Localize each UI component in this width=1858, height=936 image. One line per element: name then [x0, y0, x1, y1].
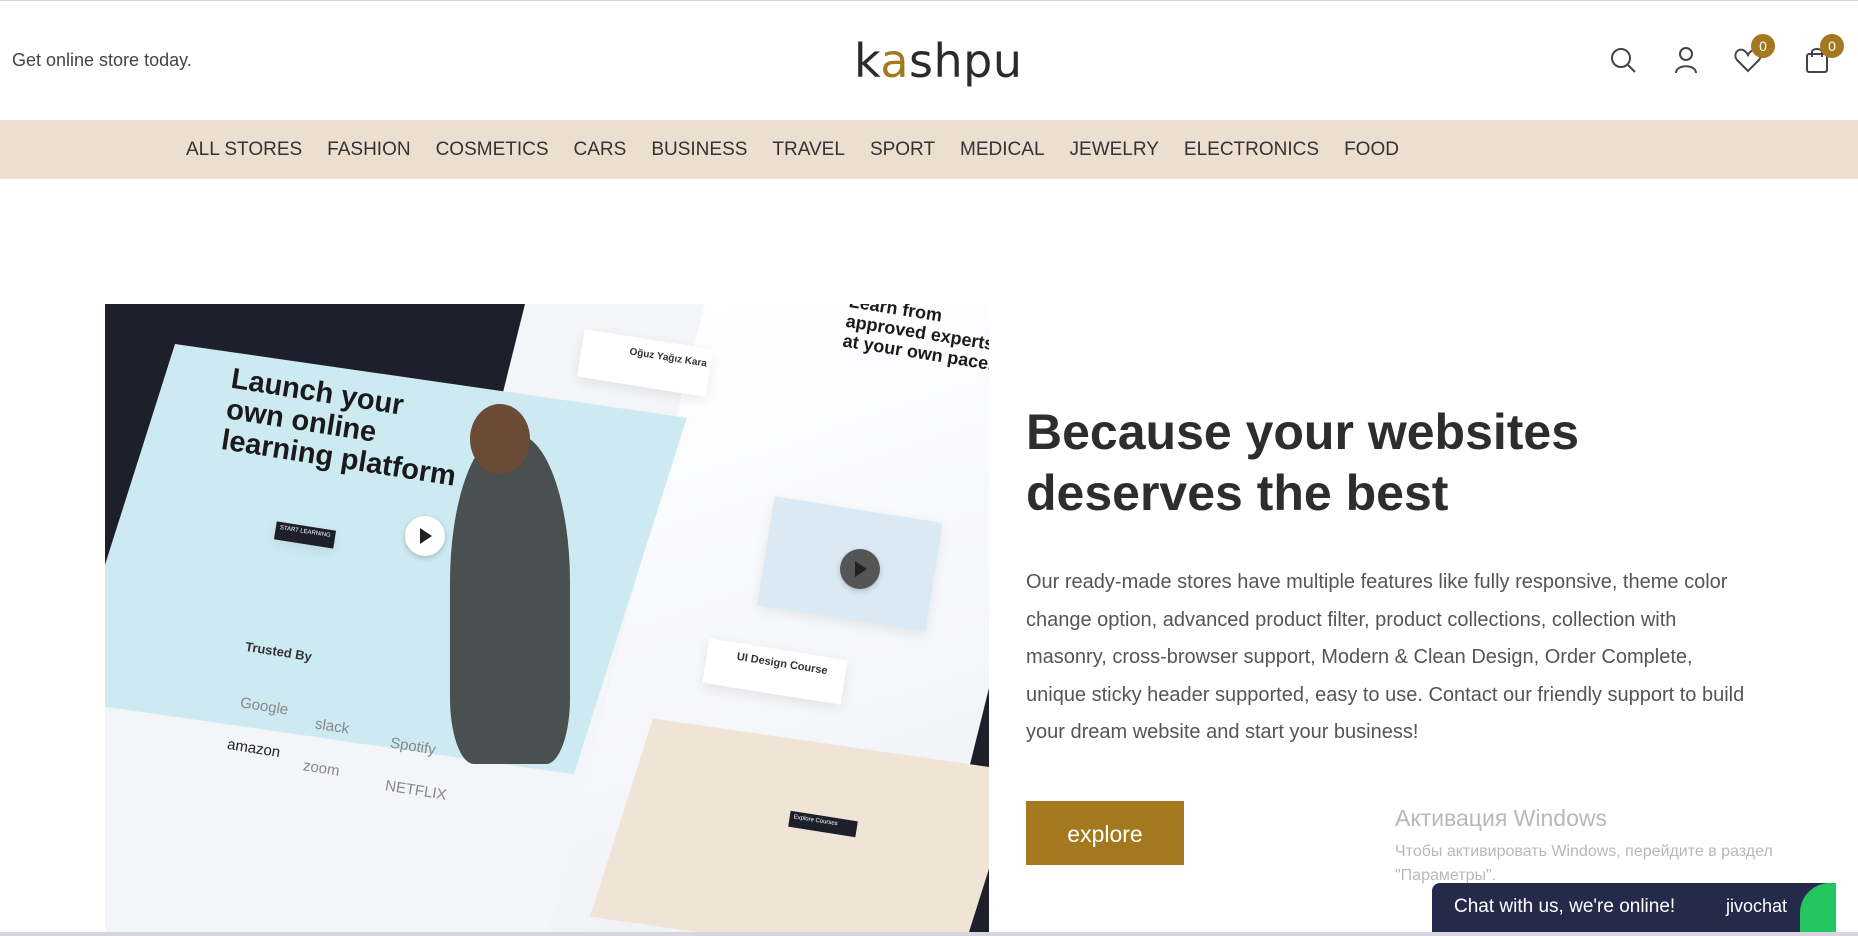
logo-accent: a [880, 34, 910, 88]
logo-suffix: shpu [909, 34, 1023, 88]
brand-amazon: amazon [225, 735, 282, 762]
brand-zoom: zoom [301, 757, 341, 780]
cart-count-badge: 0 [1820, 34, 1844, 58]
search-icon[interactable] [1608, 45, 1638, 75]
header-tagline: Get online store today. [12, 50, 192, 70]
hero-play-button [405, 516, 445, 556]
account-icon[interactable] [1671, 45, 1701, 75]
category-nav: ALL STORES FASHION COSMETICS CARS BUSINESS TR… [0, 120, 1858, 179]
course-name: UI Design Course [735, 650, 829, 678]
hero-person [450, 434, 570, 764]
nav-item-cars[interactable]: CARS [574, 139, 627, 161]
hero-title: Because your websites deserves the best [1026, 404, 1580, 521]
category-nav-list: ALL STORES FASHION COSMETICS CARS BUSINESS TR… [186, 120, 1424, 179]
chat-message: Chat with us, we're online! [1454, 896, 1676, 917]
chat-brand: jivochat [1726, 896, 1788, 916]
nav-item-sport[interactable]: SPORT [870, 139, 935, 161]
wishlist-count-badge: 0 [1751, 34, 1775, 58]
nav-item-fashion[interactable]: FASHION [327, 139, 410, 161]
wishlist-icon[interactable]: 0 [1733, 34, 1775, 75]
nav-item-cosmetics[interactable]: COSMETICS [436, 139, 549, 161]
nav-item-all-stores[interactable]: ALL STORES [186, 139, 302, 161]
hero-person-head [470, 404, 530, 474]
logo-prefix: k [854, 34, 881, 88]
cart-icon[interactable]: 0 [1802, 34, 1844, 75]
windows-activation-title: Активация Windows [1395, 805, 1607, 831]
windows-activation-watermark: Активация Windows Чтобы активировать Win… [1395, 805, 1858, 888]
chat-widget[interactable]: Chat with us, we're online! jivochat [1432, 883, 1836, 933]
instructor-card: Oğuz Yağız Kara [577, 329, 713, 397]
nav-item-food[interactable]: FOOD [1344, 139, 1399, 161]
hero-description: Our ready-made stores have multiple feat… [1026, 571, 1745, 743]
instructor-name: Oğuz Yağız Kara [628, 346, 708, 370]
site-header: Get online store today. kashpu 0 0 [0, 1, 1858, 120]
nav-item-travel[interactable]: TRAVEL [772, 139, 845, 161]
nav-item-business[interactable]: BUSINESS [651, 139, 747, 161]
chat-status-icon [1800, 883, 1836, 933]
hero-image: Launch your own online learning platform… [105, 304, 989, 932]
explore-courses-label: Explore Courses [793, 814, 838, 828]
windows-activation-subtitle: Чтобы активировать Windows, перейдите в … [1395, 843, 1773, 884]
site-logo[interactable]: kashpu [854, 33, 1023, 89]
brand-netflix: NETFLIX [384, 777, 448, 804]
video-play-button [840, 549, 880, 589]
explore-button[interactable]: explore [1026, 801, 1184, 865]
nav-item-medical[interactable]: MEDICAL [960, 139, 1044, 161]
bottom-scrollbar[interactable] [0, 932, 1858, 936]
nav-item-jewelry[interactable]: JEWELRY [1070, 139, 1159, 161]
nav-item-electronics[interactable]: ELECTRONICS [1184, 139, 1319, 161]
